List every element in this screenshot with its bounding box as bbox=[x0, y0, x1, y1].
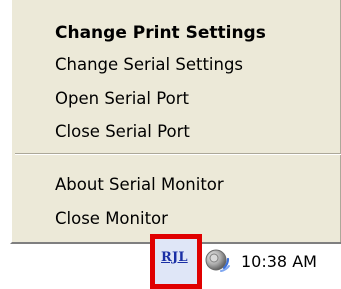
rjl-app-icon[interactable]: RJL bbox=[150, 234, 202, 289]
context-menu: Change Print Settings Change Serial Sett… bbox=[10, 0, 341, 244]
menu-item-close-monitor[interactable]: Close Monitor bbox=[12, 204, 341, 234]
menu-item-change-print-settings[interactable]: Change Print Settings bbox=[12, 18, 341, 48]
menu-item-close-serial-port[interactable]: Close Serial Port bbox=[12, 117, 341, 147]
menu-item-change-serial-settings[interactable]: Change Serial Settings bbox=[12, 50, 341, 80]
menu-item-about-serial-monitor[interactable]: About Serial Monitor bbox=[12, 170, 341, 200]
menu-separator bbox=[15, 153, 341, 155]
tray-clock[interactable]: 10:38 AM bbox=[241, 252, 317, 271]
notification-area: RJL 10:38 AM bbox=[10, 234, 341, 289]
rjl-icon-label: RJL bbox=[161, 250, 188, 265]
menu-item-open-serial-port[interactable]: Open Serial Port bbox=[12, 84, 341, 114]
volume-icon[interactable] bbox=[203, 247, 233, 277]
